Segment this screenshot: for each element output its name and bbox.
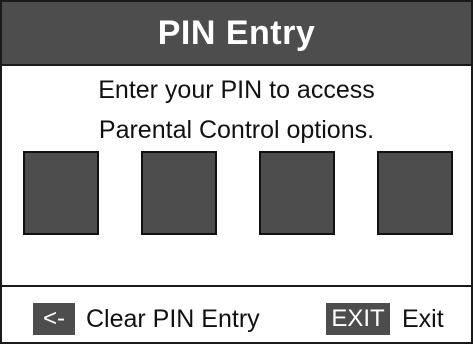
pin-entry-dialog: PIN Entry Enter your PIN to access Paren… — [0, 0, 473, 344]
dialog-title: PIN Entry — [2, 2, 471, 64]
clear-key-button[interactable]: <- — [33, 303, 75, 335]
footer-divider — [2, 285, 471, 287]
clear-pin-label: Clear PIN Entry — [86, 305, 260, 333]
pin-digit-1-field[interactable] — [23, 151, 99, 235]
pin-digit-2-field[interactable] — [141, 151, 217, 235]
pin-digit-3-field[interactable] — [259, 151, 335, 235]
title-divider — [2, 64, 471, 66]
prompt-line-2: Parental Control options. — [98, 116, 375, 144]
exit-key-button[interactable]: EXIT — [326, 303, 390, 335]
exit-label: Exit — [402, 305, 444, 333]
prompt-line-1: Enter your PIN to access — [98, 76, 375, 104]
pin-digit-4-field[interactable] — [377, 151, 453, 235]
